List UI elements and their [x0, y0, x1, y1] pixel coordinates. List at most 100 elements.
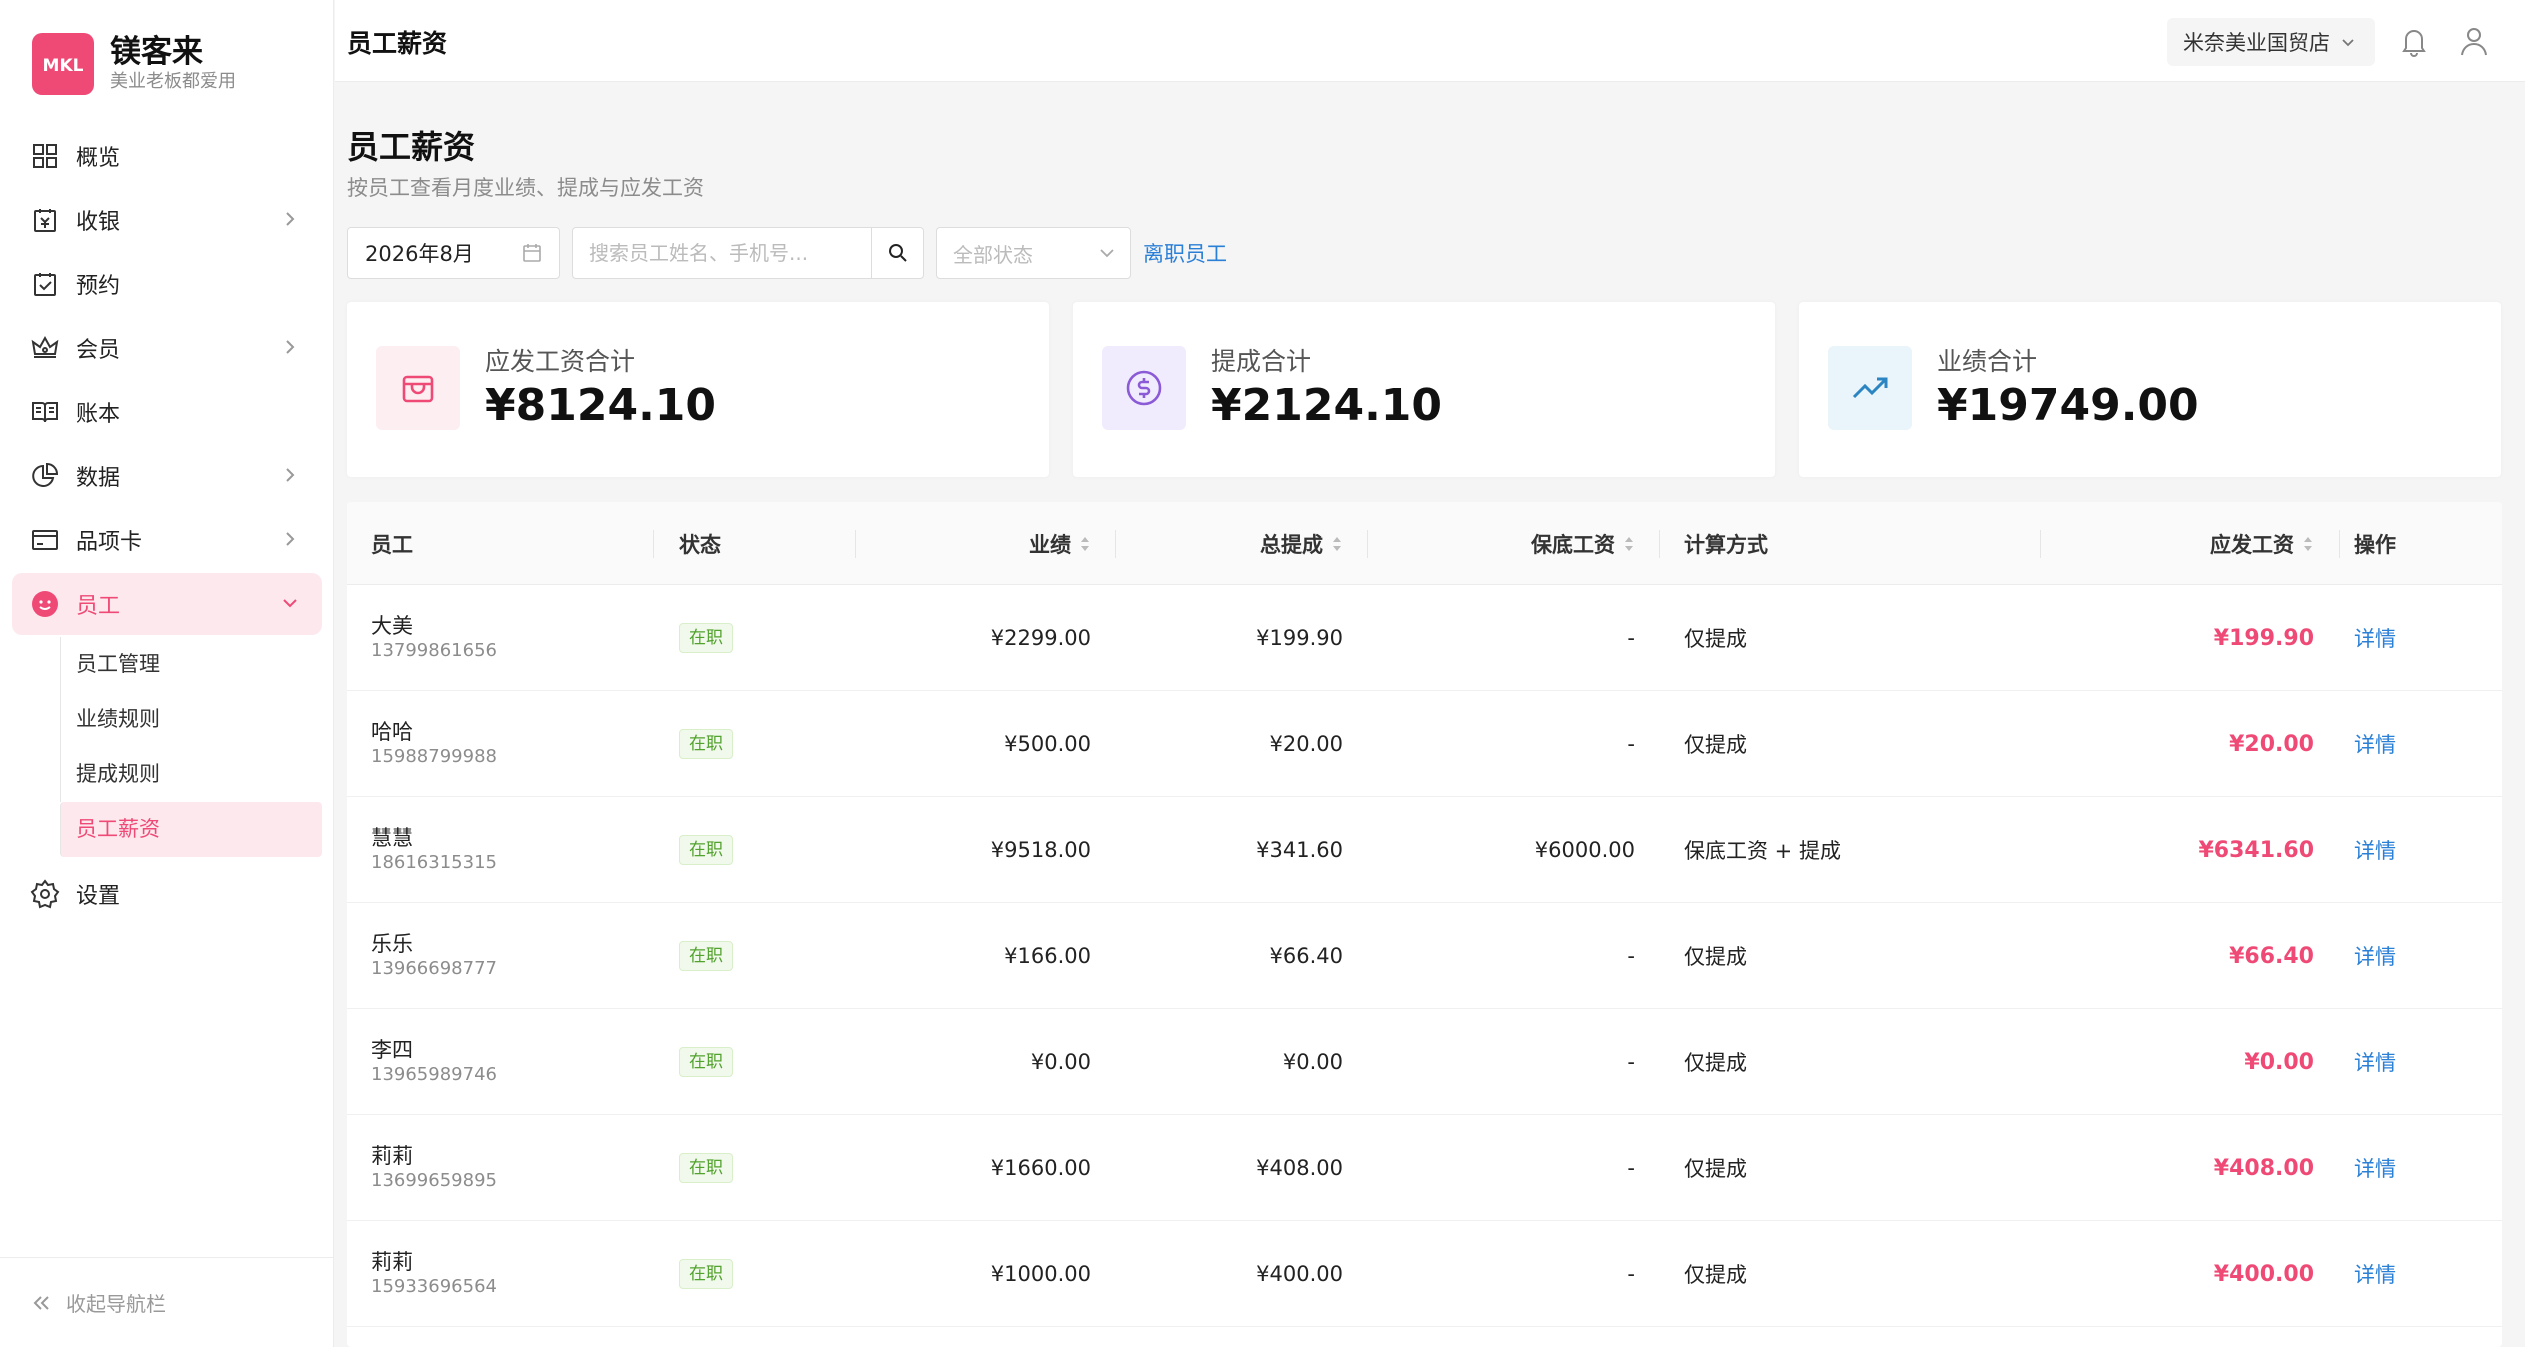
- summary-label: 应发工资合计: [485, 347, 636, 376]
- commission-value: ¥341.60: [1256, 838, 1343, 862]
- detail-link[interactable]: 详情: [2354, 729, 2396, 759]
- column-header-status: 状态: [679, 532, 721, 557]
- resigned-staff-link[interactable]: 离职员工: [1143, 238, 1227, 268]
- collapse-nav-button[interactable]: 收起导航栏: [0, 1257, 334, 1347]
- method-value: 仅提成: [1684, 1157, 1747, 1181]
- sidebar-item-ledger[interactable]: 账本: [12, 381, 322, 443]
- staff-submenu: 员工管理 业绩规则 提成规则 员工薪资: [60, 637, 322, 857]
- submenu-item-performance-rules[interactable]: 业绩规则: [60, 692, 322, 747]
- performance-value: ¥166.00: [1004, 944, 1091, 968]
- sidebar-item-members[interactable]: 会员: [12, 317, 322, 379]
- submenu-item-commission-rules[interactable]: 提成规则: [60, 747, 322, 802]
- column-header-wage[interactable]: 应发工资: [2040, 502, 2314, 585]
- calendar-icon: [523, 244, 541, 262]
- dashboard-icon: [30, 141, 60, 171]
- status-badge: 在职: [679, 1153, 733, 1183]
- detail-link[interactable]: 详情: [2354, 1047, 2396, 1077]
- search-input[interactable]: [573, 229, 869, 277]
- submenu-item-staff-salary[interactable]: 员工薪资: [60, 802, 322, 857]
- table-row: 莉莉 15933696564 在职 ¥1000.00 ¥400.00 - 仅提成 …: [347, 1221, 2502, 1327]
- summary-label: 提成合计: [1211, 347, 1312, 376]
- top-header: 员工薪资 米奈美业国贸店: [335, 0, 2525, 82]
- column-header-base-salary[interactable]: 保底工资: [1367, 502, 1635, 585]
- column-header-action: 操作: [2354, 532, 2396, 557]
- sidebar-item-item-cards[interactable]: 品项卡: [12, 509, 322, 571]
- status-badge: 在职: [679, 835, 733, 865]
- collapse-nav-label: 收起导航栏: [66, 1292, 166, 1316]
- base-salary-value: -: [1627, 626, 1635, 650]
- user-icon[interactable]: [2457, 24, 2491, 58]
- summary-card-total-commission: 提成合计 ¥2124.10: [1073, 302, 1775, 477]
- table-row: 慧慧 18616315315 在职 ¥9518.00 ¥341.60 ¥6000.…: [347, 797, 2502, 903]
- base-salary-value: -: [1627, 944, 1635, 968]
- base-salary-value: -: [1627, 732, 1635, 756]
- method-value: 仅提成: [1684, 1051, 1747, 1075]
- bell-icon[interactable]: [2397, 24, 2431, 58]
- method-value: 仅提成: [1684, 627, 1747, 651]
- method-value: 仅提成: [1684, 1263, 1747, 1287]
- sidebar-item-cashier[interactable]: 收银: [12, 189, 322, 251]
- staff-phone: 13799861656: [371, 640, 497, 661]
- column-header-staff: 员工: [371, 532, 413, 557]
- summary-card-total-performance: 业绩合计 ¥19749.00: [1799, 302, 2501, 477]
- status-badge: 在职: [679, 1259, 733, 1289]
- table-header: 员工 状态 业绩 总提成 保底工资 计算方式 应发工资 操作: [347, 502, 2502, 585]
- sidebar-item-staff[interactable]: 员工: [12, 573, 322, 635]
- commission-value: ¥20.00: [1269, 732, 1343, 756]
- staff-name: 李四: [371, 1038, 413, 1062]
- performance-value: ¥1660.00: [990, 1156, 1091, 1180]
- status-badge: 在职: [679, 941, 733, 971]
- brand[interactable]: MKL 镁客来 美业老板都爱用: [32, 32, 236, 96]
- cashier-icon: [30, 205, 60, 235]
- staff-phone: 13699659895: [371, 1170, 497, 1191]
- wage-value: ¥66.40: [2229, 943, 2314, 969]
- sidebar-item-settings[interactable]: 设置: [12, 863, 322, 925]
- brand-slogan: 美业老板都爱用: [110, 71, 236, 92]
- base-salary-value: -: [1627, 1050, 1635, 1074]
- month-picker[interactable]: 2026年8月: [347, 227, 560, 279]
- brand-name: 镁客来: [110, 34, 203, 70]
- base-salary-value: -: [1627, 1156, 1635, 1180]
- summary-cards: 应发工资合计 ¥8124.10 提成合计 ¥2124.10 业绩合计 ¥1974…: [347, 302, 2502, 477]
- smile-icon: [30, 589, 60, 619]
- book-icon: [30, 397, 60, 427]
- staff-name: 乐乐: [371, 932, 413, 956]
- sort-icon: [1079, 535, 1091, 553]
- staff-phone: 18616315315: [371, 852, 497, 873]
- staff-name: 莉莉: [371, 1250, 413, 1274]
- store-selector[interactable]: 米奈美业国贸店: [2167, 18, 2375, 66]
- table-row: 乐乐 13966698777 在职 ¥166.00 ¥66.40 - 仅提成 ¥6…: [347, 903, 2502, 1009]
- base-salary-value: ¥6000.00: [1534, 838, 1635, 862]
- submenu-item-staff-management[interactable]: 员工管理: [60, 637, 322, 692]
- chevron-down-icon: [2342, 39, 2354, 47]
- detail-link[interactable]: 详情: [2354, 941, 2396, 971]
- sidebar-item-label: 品项卡: [76, 530, 143, 555]
- column-header-commission[interactable]: 总提成: [1115, 502, 1343, 585]
- search-icon: [888, 244, 907, 262]
- detail-link[interactable]: 详情: [2354, 623, 2396, 653]
- wage-value: ¥408.00: [2213, 1155, 2314, 1181]
- performance-value: ¥500.00: [1004, 732, 1091, 756]
- status-badge: 在职: [679, 729, 733, 759]
- commission-value: ¥400.00: [1256, 1262, 1343, 1286]
- status-select[interactable]: 全部状态: [936, 227, 1131, 279]
- summary-card-total-wage: 应发工资合计 ¥8124.10: [347, 302, 1049, 477]
- status-select-placeholder: 全部状态: [953, 242, 1033, 267]
- sidebar-item-overview[interactable]: 概览: [12, 125, 322, 187]
- summary-value: ¥8124.10: [485, 380, 717, 431]
- performance-value: ¥2299.00: [990, 626, 1091, 650]
- detail-link[interactable]: 详情: [2354, 1259, 2396, 1289]
- sidebar-item-label: 会员: [76, 338, 121, 363]
- sidebar-item-booking[interactable]: 预约: [12, 253, 322, 315]
- gear-icon: [30, 879, 60, 909]
- staff-name: 莉莉: [371, 1144, 413, 1168]
- column-header-method: 计算方式: [1684, 532, 1768, 557]
- column-header-performance[interactable]: 业绩: [855, 502, 1091, 585]
- sidebar-item-data[interactable]: 数据: [12, 445, 322, 507]
- staff-phone: 13966698777: [371, 958, 497, 979]
- search-button[interactable]: [871, 228, 923, 278]
- detail-link[interactable]: 详情: [2354, 1153, 2396, 1183]
- detail-link[interactable]: 详情: [2354, 835, 2396, 865]
- staff-search: [572, 227, 924, 279]
- salary-table: 员工 状态 业绩 总提成 保底工资 计算方式 应发工资 操作 大美 137998…: [347, 502, 2502, 1347]
